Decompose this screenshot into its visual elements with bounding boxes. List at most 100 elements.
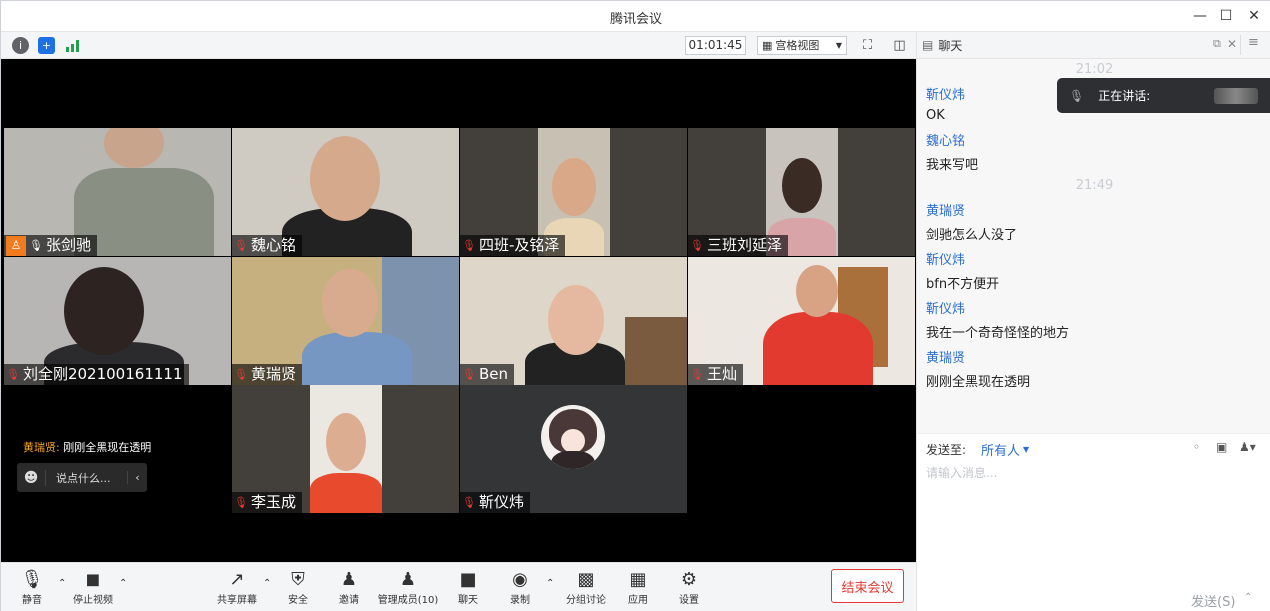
- fullscreen-icon[interactable]: ⛶: [858, 36, 877, 55]
- video-stage: ♙ 🎙 张剑驰 🎙 魏心铭 🎙 四班-及铭泽 🎙 三班刘延泽 🎙 刘全刚2021…: [1, 59, 916, 562]
- meeting-info-bar: i + 01:01:45 ▦ 宫格视图 ▼ ⛶ ◫: [1, 32, 916, 59]
- chat-sender: 靳仪炜: [926, 253, 966, 268]
- participant-figure: [104, 128, 164, 168]
- send-button[interactable]: 发送(S): [1191, 591, 1235, 610]
- meeting-timer: 01:01:45: [685, 36, 746, 55]
- image-icon[interactable]: ▣: [1216, 440, 1227, 454]
- participant-figure: [326, 413, 366, 471]
- quick-chat-input[interactable]: ☻ 说点什么... ‹: [17, 463, 147, 492]
- mic-muted-icon: 🎙: [234, 239, 248, 252]
- chevron-left-icon[interactable]: ‹: [127, 471, 147, 484]
- participant-figure: [64, 267, 144, 355]
- send-to-value: 所有人: [981, 444, 1021, 459]
- background-shelf: [625, 317, 687, 385]
- quick-chat-placeholder: 说点什么...: [45, 469, 127, 486]
- speaking-label: 正在讲话:: [1098, 89, 1151, 103]
- participant-name: 黄瑞贤: [250, 365, 296, 383]
- menu-icon[interactable]: ≡: [1240, 35, 1266, 55]
- participant-nameplate: 🎙 王灿: [688, 364, 743, 385]
- record-button[interactable]: ◉ 录制: [485, 567, 555, 607]
- meeting-window: 腾讯会议 — ☐ ✕ i + 01:01:45 ▦ 宫格视图 ▼ ⛶ ◫ ♙ 🎙…: [0, 0, 1270, 611]
- side-panel-toggle-icon[interactable]: ◫: [890, 36, 909, 55]
- maximize-button[interactable]: ☐: [1215, 6, 1237, 26]
- video-tile[interactable]: 🎙 王灿: [688, 257, 915, 385]
- chat-message-text: 剑驰怎么人没了: [926, 228, 1018, 243]
- participant-figure: [796, 265, 838, 317]
- chat-sender: 黄瑞贤: [926, 204, 966, 219]
- stop-video-button[interactable]: ◼ 停止视频: [58, 567, 128, 607]
- participant-name: 魏心铭: [250, 236, 296, 254]
- participant-figure: [322, 269, 378, 337]
- participant-name: 王灿: [706, 365, 737, 383]
- chevron-down-icon: ▼: [1023, 445, 1030, 454]
- host-icon: ♙: [6, 235, 26, 256]
- minimize-button[interactable]: —: [1189, 6, 1211, 26]
- video-tile[interactable]: 🎙 靳仪炜: [460, 385, 687, 513]
- video-tile[interactable]: 🎙 Ben: [460, 257, 687, 385]
- close-chat-icon[interactable]: ✕: [1227, 37, 1237, 51]
- window-title: 腾讯会议: [609, 12, 662, 27]
- mute-label: 静音: [22, 595, 42, 606]
- settings-label: 设置: [679, 595, 699, 606]
- title-bar: 腾讯会议 — ☐ ✕: [1, 1, 1270, 32]
- mic-muted-icon: 🎙: [234, 368, 248, 381]
- mic-muted-icon: 🎙: [234, 496, 248, 509]
- chat-timestamp: 21:49: [1075, 178, 1114, 193]
- grid-view-icon: ▦: [762, 39, 773, 52]
- participant-nameplate: 🎙 四班-及铭泽: [460, 235, 566, 256]
- chat-toast: 黄瑞贤: 刚刚全黑现在透明: [23, 439, 151, 455]
- participant-nameplate: 🎙 黄瑞贤: [232, 364, 302, 385]
- send-to-dropdown[interactable]: 所有人 ▼: [981, 440, 1029, 459]
- settings-button[interactable]: ⚙ 设置: [654, 567, 724, 607]
- send-options-chevron-icon[interactable]: ⌃: [1244, 592, 1252, 603]
- chat-compose: 发送至: 所有人 ▼ ◦ ▣ ♟▾ 请输入消息... 发送(S) ⌃: [917, 433, 1270, 611]
- chevron-down-icon: ▼: [835, 41, 842, 50]
- participant-figure: [310, 136, 380, 221]
- participant-name: 靳仪炜: [478, 493, 524, 511]
- signal-strength-icon[interactable]: [64, 37, 81, 54]
- close-button[interactable]: ✕: [1243, 6, 1265, 26]
- participant-name: Ben: [478, 365, 508, 383]
- participant-figure: [763, 312, 873, 385]
- video-tile[interactable]: 🎙 刘全刚202100161111: [4, 257, 231, 385]
- share-screen-button[interactable]: ↗ 共享屏幕: [202, 567, 272, 607]
- participant-figure: [310, 473, 382, 513]
- microphone-icon: 🎙: [1069, 88, 1085, 103]
- participant-name: 张剑驰: [45, 236, 91, 254]
- chat-message-list: 21:02 靳仪炜 OK 魏心铭 我来写吧 21:49 黄瑞贤 剑驰怎么人没了 …: [917, 59, 1270, 433]
- participant-figure: [548, 285, 604, 355]
- video-tile[interactable]: 🎙 李玉成: [232, 385, 459, 513]
- video-tile[interactable]: 🎙 魏心铭: [232, 128, 459, 256]
- screenshot-icon[interactable]: ◦: [1193, 440, 1200, 454]
- view-mode-dropdown[interactable]: ▦ 宫格视图 ▼: [757, 36, 847, 55]
- share-screen-label: 共享屏幕: [217, 595, 257, 606]
- info-icon[interactable]: i: [12, 37, 29, 54]
- mute-button[interactable]: 🎙 静音: [0, 567, 67, 607]
- participant-nameplate: 🎙 李玉成: [232, 492, 302, 513]
- participant-name: 四班-及铭泽: [478, 236, 560, 254]
- view-mode-label: 宫格视图: [775, 39, 820, 52]
- participant-nameplate: 🎙 魏心铭: [232, 235, 302, 256]
- toast-sender: 黄瑞贤:: [23, 441, 60, 454]
- video-tile[interactable]: 🎙 黄瑞贤: [232, 257, 459, 385]
- video-tile[interactable]: ♙ 🎙 张剑驰: [4, 128, 231, 256]
- chat-sender: 黄瑞贤: [926, 351, 966, 366]
- mic-muted-icon: 🎙: [462, 368, 476, 381]
- end-meeting-button[interactable]: 结束会议: [831, 569, 904, 603]
- mic-muted-icon: 🎙: [6, 368, 20, 381]
- chat-sender: 魏心铭: [926, 134, 966, 149]
- emoji-icon[interactable]: ☻: [17, 470, 45, 486]
- chat-sender: 靳仪炜: [926, 88, 966, 103]
- mic-muted-icon: 🎙: [690, 239, 704, 252]
- stop-video-label: 停止视频: [73, 595, 113, 606]
- video-options-chevron-icon[interactable]: ⌃: [119, 578, 127, 589]
- video-tile[interactable]: 🎙 四班-及铭泽: [460, 128, 687, 256]
- participant-name: 三班刘延泽: [706, 236, 782, 254]
- chat-input[interactable]: 请输入消息...: [926, 464, 997, 481]
- security-shield-icon[interactable]: +: [38, 37, 55, 54]
- popout-icon[interactable]: ⧉: [1213, 37, 1221, 51]
- chat-message-text: 刚刚全黑现在透明: [926, 375, 1031, 390]
- video-tile[interactable]: 🎙 三班刘延泽: [688, 128, 915, 256]
- user-settings-icon[interactable]: ♟▾: [1239, 440, 1256, 454]
- participant-figure: [552, 158, 596, 216]
